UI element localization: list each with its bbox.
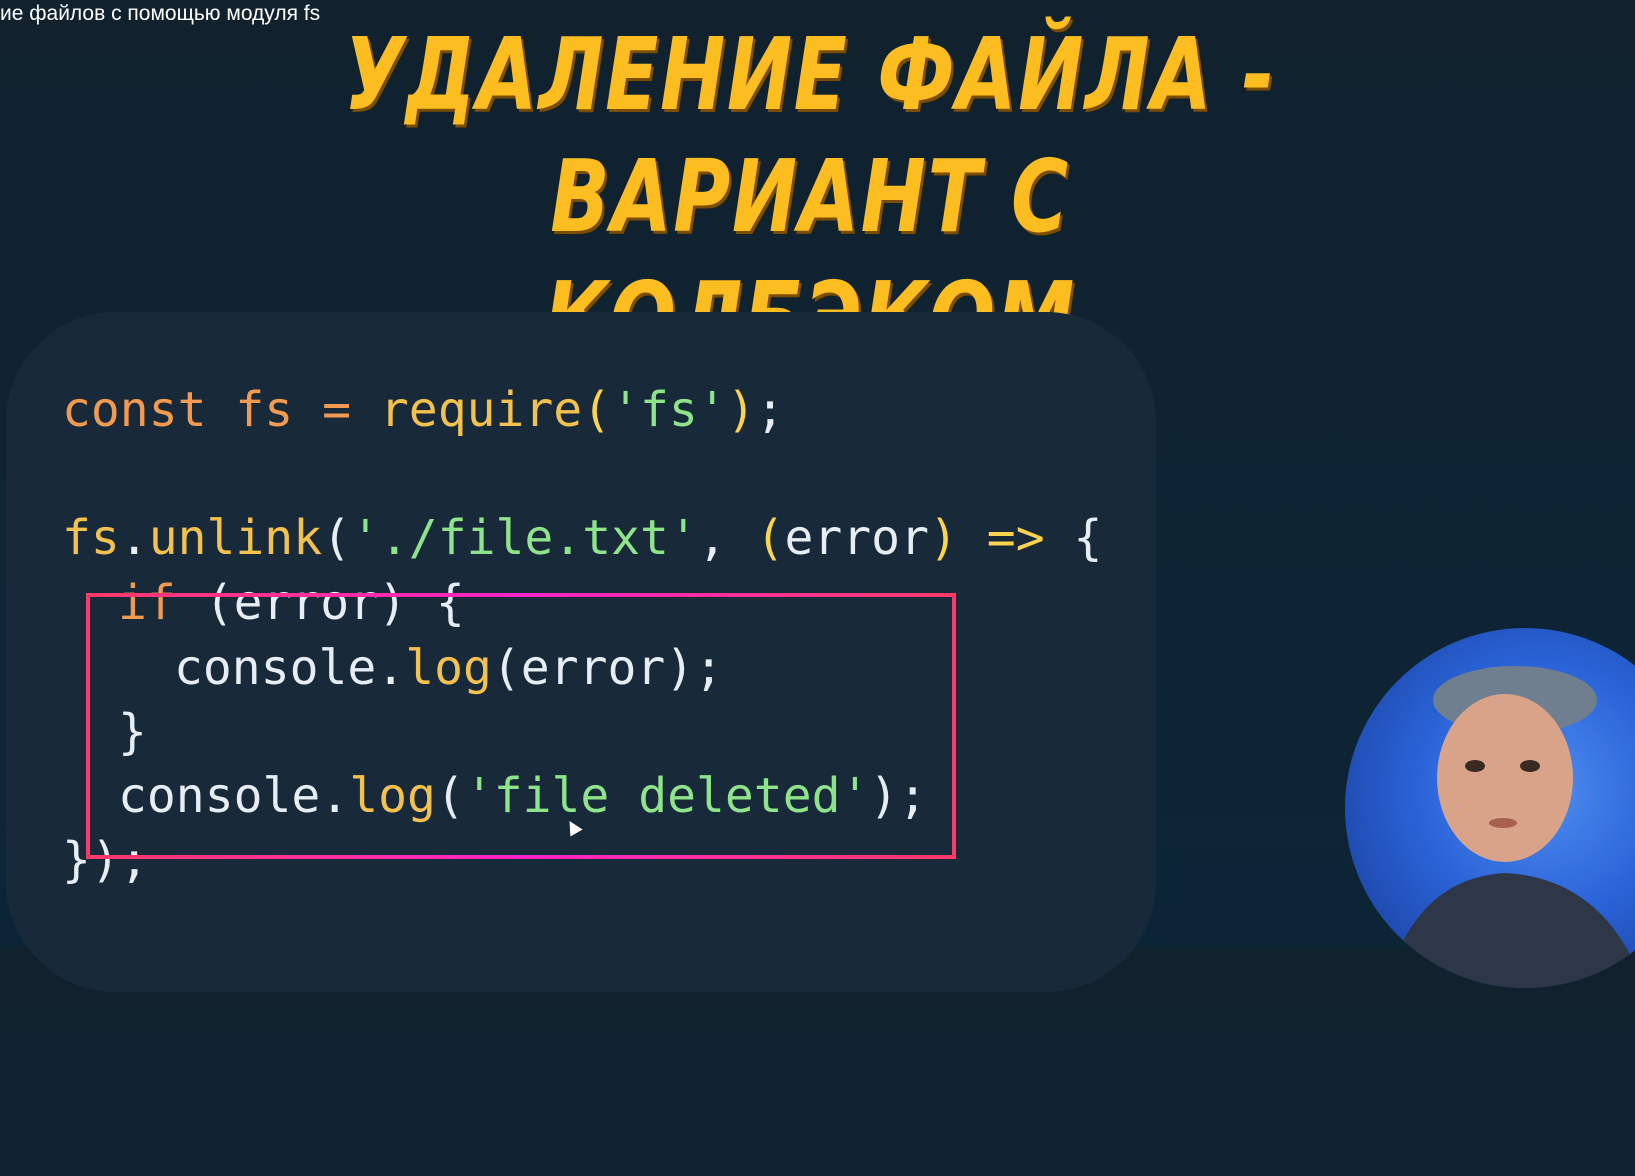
code-brace: { [1073, 510, 1103, 566]
code-string: 'fs' [611, 382, 727, 438]
presenter-illustration [1385, 666, 1635, 988]
code-paren: ( [582, 382, 612, 438]
code-keyword: const [62, 382, 207, 438]
code-arg: error [784, 510, 929, 566]
code-semicolon: ; [755, 382, 785, 438]
eye-shape [1465, 760, 1485, 772]
code-block: const fs = require('fs'); fs.unlink('./f… [0, 0, 1102, 1176]
mouth-shape [1489, 818, 1517, 828]
code-function: unlink [148, 510, 323, 566]
code-line-1: const fs = require('fs'); [62, 380, 785, 440]
code-operator: = [293, 382, 380, 438]
shirt-shape [1385, 873, 1635, 988]
code-paren: ) [726, 382, 756, 438]
code-line-3: fs.unlink('./file.txt', (error) => { [62, 508, 1102, 568]
code-object: fs [62, 510, 120, 566]
code-identifier: fs [235, 382, 294, 438]
slide-title-line1: УДАЛЕНИЕ ФАЙЛА - ВАРИАНТ С [344, 16, 1276, 255]
code-paren: ( [322, 510, 351, 566]
eye-shape [1520, 760, 1540, 772]
highlight-box [86, 593, 956, 859]
presenter-webcam [1345, 628, 1635, 988]
code-paren: ) [928, 510, 958, 566]
face-shape [1437, 694, 1573, 862]
code-paren: ( [755, 510, 785, 566]
code-dot: . [119, 510, 149, 566]
code-comma: , [697, 510, 756, 566]
code-string: './file.txt' [351, 510, 698, 566]
code-function: require [379, 382, 583, 438]
code-arrow: => [957, 510, 1074, 566]
